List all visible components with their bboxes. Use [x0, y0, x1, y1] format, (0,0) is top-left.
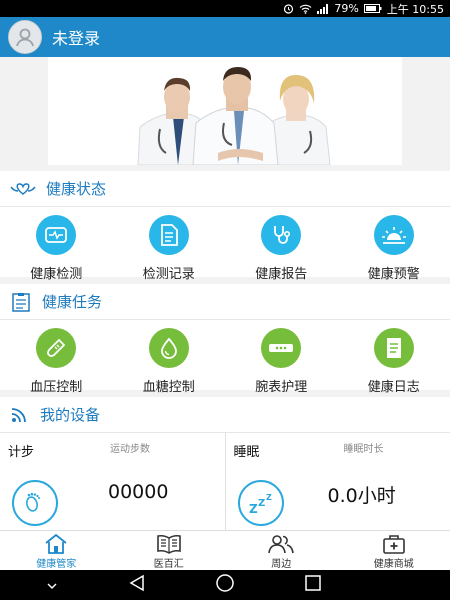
step-counter-subtitle: 运动步数 — [110, 444, 150, 455]
blood-sugar-control-button[interactable]: 血糖控制 — [113, 320, 226, 395]
health-status-section: 健康状态 健康检测 检测记录 健康报告 健康预警 — [0, 171, 450, 282]
bottom-nav: 健康管家 医百汇 周边 健康商城 — [0, 530, 450, 570]
home-circle-icon[interactable] — [215, 573, 235, 597]
medical-kit-icon — [382, 535, 405, 554]
login-status[interactable]: 未登录 — [52, 25, 100, 49]
home-icon — [45, 534, 67, 554]
user-icon — [16, 28, 34, 47]
wristband-care-button[interactable]: 腕表护理 — [225, 320, 338, 395]
nav-medical-hub[interactable]: 医百汇 — [113, 531, 226, 570]
nav-nearby[interactable]: 周边 — [225, 531, 338, 570]
health-tasks-section: 健康任务 血压控制 血糖控制 腕表护理 健康日志 — [0, 284, 450, 395]
sleep-panel[interactable]: 睡眠 睡眠时长 ZZZ 0.0小时 — [224, 433, 450, 530]
blood-pressure-control-label: 血压控制 — [30, 380, 83, 395]
my-devices-header: 我的设备 — [0, 397, 450, 433]
health-tasks-header: 健康任务 — [0, 284, 450, 320]
wristband-icon — [261, 328, 302, 368]
heart-hands-icon — [10, 182, 36, 195]
svg-text:Z: Z — [249, 502, 258, 516]
doctors-image — [48, 57, 402, 165]
doctors-banner[interactable] — [48, 57, 402, 165]
nav-medical-hub-label: 医百汇 — [153, 559, 184, 570]
sleep-duration-value: 0.0小时 — [327, 485, 396, 507]
recents-square-icon[interactable] — [304, 574, 322, 596]
my-devices-title: 我的设备 — [40, 406, 101, 424]
status-bar: 79% 上午 10:55 — [0, 0, 450, 17]
health-log-label: 健康日志 — [367, 380, 420, 395]
clipboard-list-icon — [12, 292, 30, 312]
document-icon — [148, 215, 189, 255]
avatar[interactable] — [8, 20, 42, 54]
sunrise-alert-icon — [373, 215, 414, 255]
blood-sugar-control-label: 血糖控制 — [142, 380, 195, 395]
nav-health-butler-label: 健康管家 — [36, 559, 77, 570]
wireless-signal-icon — [11, 407, 26, 422]
collapse-chevron-icon[interactable] — [45, 576, 59, 595]
battery-percent: 79% — [334, 2, 359, 15]
main-content: 健康状态 健康检测 检测记录 健康报告 健康预警 健康任务 血压控制 血糖控制 … — [0, 57, 450, 530]
blood-pressure-control-button[interactable]: 血压控制 — [0, 320, 113, 395]
people-icon — [268, 535, 295, 554]
my-devices-section: 我的设备 计步 运动步数 00000 睡眠 睡眠时长 ZZZ 0.0小时 — [0, 397, 450, 530]
step-counter-panel[interactable]: 计步 运动步数 00000 — [0, 433, 225, 530]
nav-health-mall[interactable]: 健康商城 — [338, 531, 450, 570]
book-icon — [156, 534, 181, 554]
sleep-zzz-icon: ZZZ — [237, 480, 284, 526]
nav-nearby-label: 周边 — [271, 559, 292, 570]
stethoscope-icon — [261, 215, 302, 255]
nav-health-mall-label: 健康商城 — [373, 559, 414, 570]
health-warning-label: 健康预警 — [367, 267, 420, 282]
wifi-icon — [299, 4, 312, 14]
app-header: 未登录 — [0, 17, 450, 57]
health-status-header: 健康状态 — [0, 171, 450, 207]
health-log-button[interactable]: 健康日志 — [338, 320, 450, 395]
sleep-subtitle: 睡眠时长 — [343, 444, 384, 455]
droplet-icon — [148, 328, 189, 368]
check-records-label: 检测记录 — [142, 267, 195, 282]
system-nav-bar — [0, 570, 450, 600]
health-report-label: 健康报告 — [255, 267, 308, 282]
svg-text:Z: Z — [266, 493, 272, 502]
sleep-title: 睡眠 — [233, 445, 260, 460]
battery-icon — [363, 4, 382, 13]
health-check-button[interactable]: 健康检测 — [0, 207, 113, 282]
back-triangle-icon[interactable] — [128, 574, 146, 596]
svg-text:Z: Z — [258, 498, 265, 509]
status-time: 上午 10:55 — [386, 2, 444, 16]
notebook-icon — [373, 328, 414, 368]
check-records-button[interactable]: 检测记录 — [113, 207, 226, 282]
health-tasks-title: 健康任务 — [42, 293, 103, 311]
step-count-value: 00000 — [108, 481, 169, 503]
wristband-care-label: 腕表护理 — [255, 380, 308, 395]
health-status-title: 健康状态 — [46, 180, 107, 198]
nav-health-butler[interactable]: 健康管家 — [0, 531, 113, 570]
health-warning-button[interactable]: 健康预警 — [338, 207, 450, 282]
footprints-icon — [12, 480, 58, 526]
thermometer-icon — [36, 328, 77, 368]
signal-icon — [317, 3, 329, 14]
health-report-button[interactable]: 健康报告 — [225, 207, 338, 282]
monitor-pulse-icon — [36, 215, 77, 255]
alarm-icon — [284, 4, 294, 14]
step-counter-title: 计步 — [8, 445, 35, 460]
health-check-label: 健康检测 — [30, 267, 83, 282]
